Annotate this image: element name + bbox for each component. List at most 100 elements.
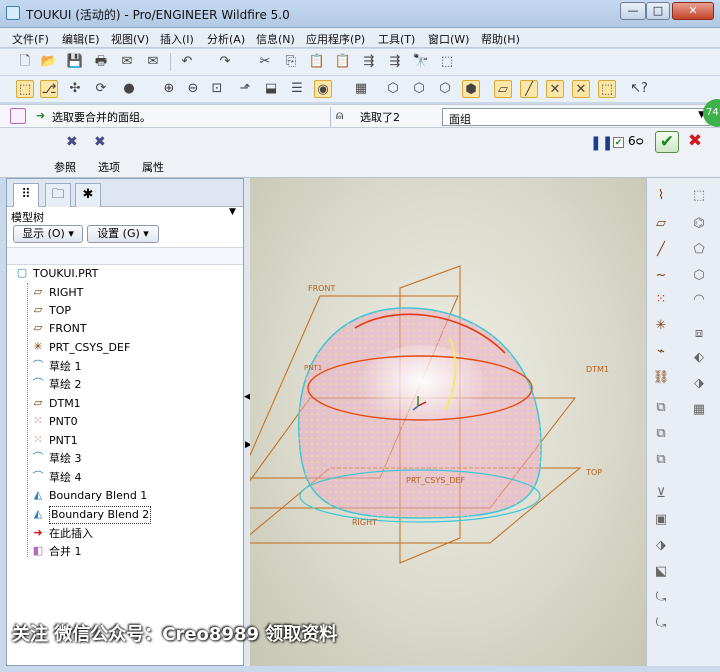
sketch-tool-icon[interactable]: ⌇: [651, 186, 671, 206]
csys-tool-icon[interactable]: ✳: [651, 316, 671, 336]
paste-special-icon[interactable]: 📋: [334, 53, 352, 71]
shell-tool-icon[interactable]: ⌬: [689, 214, 709, 234]
minimize-button[interactable]: —: [620, 2, 646, 20]
menu-info[interactable]: 信息(N): [256, 31, 295, 47]
grid-tool-icon[interactable]: ▦: [689, 400, 709, 420]
tab-properties[interactable]: 属性: [142, 159, 164, 175]
new-file-icon[interactable]: 🗋: [16, 53, 34, 71]
no-hidden-icon[interactable]: ⬡: [436, 80, 454, 98]
axis-tool-icon[interactable]: ╱: [651, 240, 671, 260]
chain-tool-icon[interactable]: ⛓: [651, 368, 671, 388]
plane-display-icon[interactable]: ▱: [494, 80, 512, 98]
sweep-tool-icon[interactable]: ⬖: [689, 348, 709, 368]
print-icon[interactable]: 🖶: [92, 53, 110, 71]
sketch-icon: ⌒: [32, 377, 44, 390]
swap-surface-icon[interactable]: ✖: [66, 134, 78, 150]
cancel-icon[interactable]: ✖: [684, 131, 706, 153]
maximize-button[interactable]: □: [646, 2, 670, 20]
copy-tool-icon[interactable]: ⧉: [651, 398, 671, 418]
analysis-tool-icon[interactable]: ⌁: [651, 342, 671, 362]
undo-icon[interactable]: ↶: [178, 53, 196, 71]
regen-manager-icon[interactable]: ⇶: [386, 53, 404, 71]
axis-toggle-icon[interactable]: ╱: [520, 80, 538, 98]
menu-analysis[interactable]: 分析(A): [207, 31, 245, 47]
show-button[interactable]: 显示 (O) ▾: [13, 225, 83, 243]
round-tool-icon[interactable]: ◠: [689, 290, 709, 310]
point-display-icon[interactable]: ✕: [546, 80, 564, 98]
copy-icon[interactable]: ⎘: [282, 53, 300, 71]
view-manager-icon[interactable]: ▦: [352, 80, 370, 98]
datum-display-icon[interactable]: ⎇: [40, 80, 58, 98]
menu-applications[interactable]: 应用程序(P): [306, 31, 365, 47]
selection-box-icon[interactable]: ⬚: [438, 53, 456, 71]
mirror-tool-icon[interactable]: ⧉: [651, 450, 671, 470]
find-icon[interactable]: 🔭: [412, 53, 430, 71]
pattern-tool-icon[interactable]: ⧈: [689, 324, 709, 344]
cut-icon[interactable]: ✂: [256, 53, 274, 71]
menu-file[interactable]: 文件(F): [12, 31, 49, 47]
menu-insert[interactable]: 插入(I): [160, 31, 194, 47]
email-icon[interactable]: ✉: [118, 53, 136, 71]
blend-tool-icon[interactable]: ⬗: [689, 374, 709, 394]
hole-tool-icon[interactable]: ⬚: [689, 186, 709, 206]
extend-tool-icon[interactable]: ⬗: [651, 536, 671, 556]
annotation-display-icon[interactable]: ⬚: [598, 80, 616, 98]
menu-tools[interactable]: 工具(T): [378, 31, 415, 47]
rib-tool-icon[interactable]: ⬠: [689, 240, 709, 260]
thicken-tool-icon[interactable]: ⤿: [651, 588, 671, 608]
tab-model-tree[interactable]: ⠿: [13, 183, 39, 207]
swap-side-icon[interactable]: ✖: [94, 134, 106, 150]
filter-dropdown[interactable]: 面组 ▼: [442, 108, 710, 126]
curve-tool-icon[interactable]: ∼: [651, 266, 671, 286]
refit-icon[interactable]: ⊡: [208, 80, 226, 98]
saved-views-icon[interactable]: ⬓: [262, 80, 280, 98]
csys-display-icon[interactable]: ✕: [572, 80, 590, 98]
pause-icon[interactable]: ❚❚: [590, 135, 613, 151]
model-display-icon[interactable]: ⬚: [16, 80, 34, 98]
save-icon[interactable]: 💾: [66, 53, 84, 71]
point-tool-icon[interactable]: ⁙: [651, 290, 671, 310]
panel-menu-icon[interactable]: ▼: [229, 207, 236, 217]
tab-options[interactable]: 选项: [98, 159, 120, 175]
shading-icon[interactable]: ●: [120, 80, 138, 98]
zoom-in-icon[interactable]: ⊕: [160, 80, 178, 98]
zoom-out-icon[interactable]: ⊖: [184, 80, 202, 98]
tab-folder-browser[interactable]: 🗀: [45, 183, 71, 207]
spin-center-icon[interactable]: ⟳: [92, 80, 110, 98]
offset-tool-icon[interactable]: ⬕: [651, 562, 671, 582]
menu-edit[interactable]: 编辑(E): [62, 31, 100, 47]
solidify-tool-icon[interactable]: ⤿: [651, 614, 671, 634]
paste-tool-icon[interactable]: ⧉: [651, 424, 671, 444]
trim-tool-icon[interactable]: ▣: [651, 510, 671, 530]
reorient-icon[interactable]: ⬏: [236, 80, 254, 98]
layers-icon[interactable]: ☰: [288, 80, 306, 98]
preview-checkbox[interactable]: ✔: [613, 137, 624, 148]
tree-item-label: Boundary Blend 2: [49, 506, 152, 524]
settings-button[interactable]: 设置 (G) ▾: [87, 225, 159, 243]
axis-display-icon[interactable]: ✣: [66, 80, 84, 98]
redo-icon[interactable]: ↷: [216, 53, 234, 71]
menu-help[interactable]: 帮助(H): [481, 31, 520, 47]
draft-tool-icon[interactable]: ⬡: [689, 266, 709, 286]
shaded-icon[interactable]: ⬢: [462, 80, 480, 98]
graphics-window[interactable]: FRONT DTM1 TOP PRT_CSYS_DEF RIGHT PNT1: [250, 178, 646, 666]
menu-view[interactable]: 视图(V): [111, 31, 149, 47]
app-icon: [6, 6, 20, 20]
appearance-icon[interactable]: ◉: [314, 80, 332, 98]
merge-tool-icon[interactable]: ⊻: [651, 484, 671, 504]
close-button[interactable]: ✕: [672, 2, 714, 20]
tab-references[interactable]: 参照: [54, 159, 76, 175]
menu-window[interactable]: 窗口(W): [428, 31, 469, 47]
hidden-line-icon[interactable]: ⬡: [410, 80, 428, 98]
tree-item-label: RIGHT: [49, 286, 84, 299]
confirm-icon[interactable]: ✔: [655, 131, 679, 153]
context-help-icon[interactable]: ↖?: [630, 80, 648, 98]
tab-favorites[interactable]: ✱: [75, 183, 101, 207]
wireframe-icon[interactable]: ⬡: [384, 80, 402, 98]
csys-label: PRT_CSYS_DEF: [406, 476, 466, 485]
regenerate-icon[interactable]: ⇶: [360, 53, 378, 71]
open-file-icon[interactable]: 📂: [40, 53, 58, 71]
paste-icon[interactable]: 📋: [308, 53, 326, 71]
plane-tool-icon[interactable]: ▱: [651, 214, 671, 234]
email-link-icon[interactable]: ✉: [144, 53, 162, 71]
